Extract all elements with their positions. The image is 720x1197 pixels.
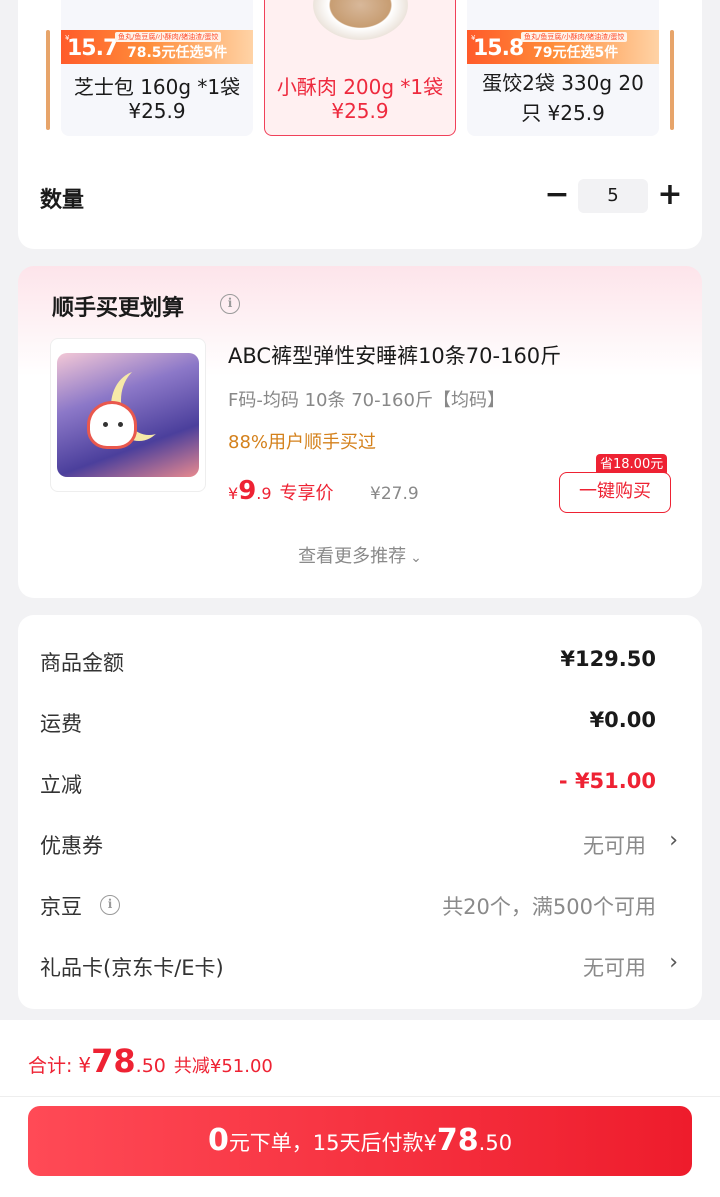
summary-value: - ¥51.00 xyxy=(558,769,656,793)
summary-value: ¥0.00 xyxy=(589,708,656,732)
pay-decimal: .50 xyxy=(478,1131,513,1155)
quantity-increase-button[interactable]: + xyxy=(655,178,685,214)
summary-label: 礼品卡(京东卡/E卡) xyxy=(40,956,224,980)
divider xyxy=(0,1096,720,1097)
variant-card-cheese-bun[interactable]: ¥ 15.7 鱼丸/鱼豆腐/小酥肉/猪油渣/蛋饺 78.5元任选5件 芝士包 1… xyxy=(61,0,253,136)
variant-list: ¥ 15.7 鱼丸/鱼豆腐/小酥肉/猪油渣/蛋饺 78.5元任选5件 芝士包 1… xyxy=(18,0,702,140)
chevron-down-icon: ⌄ xyxy=(410,550,422,566)
promo-price: 15.8 xyxy=(473,36,524,61)
promo-banner: ¥ 15.7 鱼丸/鱼豆腐/小酥肉/猪油渣/蛋饺 78.5元任选5件 xyxy=(61,30,253,64)
variant-card-edge-left xyxy=(46,30,50,130)
chevron-right-icon: › xyxy=(669,828,678,853)
summary-label: 京豆 xyxy=(40,895,82,919)
promo-top-text: 鱼丸/鱼豆腐/小酥肉/猪油渣/蛋饺 xyxy=(521,32,628,42)
recommend-price: ¥9.9 专享价 xyxy=(228,476,334,506)
variant-card-crispy-pork[interactable]: 小酥肉 200g *1袋 ¥25.9 xyxy=(264,0,456,136)
summary-label: 优惠券 xyxy=(40,834,103,858)
recommend-product-image[interactable] xyxy=(50,338,206,492)
see-more-link[interactable]: 查看更多推荐 ⌄ xyxy=(18,542,702,568)
checkout-bar: 合计: ¥78.50 共减¥51.00 0元下单，15天后付款¥78.50 xyxy=(0,1020,720,1197)
mascot-graphic xyxy=(87,401,137,449)
one-click-buy-button[interactable]: 一键购买 xyxy=(559,472,671,513)
total-decimal: .50 xyxy=(135,1055,166,1077)
promo-price: 15.7 xyxy=(67,36,118,61)
summary-value: 无可用 xyxy=(583,956,646,980)
promo-banner: ¥ 15.8 鱼丸/鱼豆腐/小酥肉/猪油渣/蛋饺 79元任选5件 xyxy=(467,30,659,64)
price-label: 专享价 xyxy=(279,483,334,504)
mascot-eye xyxy=(118,422,123,427)
summary-row-instant-discount: 立减 - ¥51.00 xyxy=(18,763,702,803)
variant-name: 蛋饺2袋 330g 20 xyxy=(482,71,644,95)
mascot-eye xyxy=(103,422,108,427)
info-icon[interactable]: i xyxy=(220,294,240,314)
recommend-users-text: 88%用户顺手买过 xyxy=(228,432,377,453)
chevron-right-icon: › xyxy=(669,950,678,975)
recommend-title: 顺手买更划算 xyxy=(52,296,185,321)
variant-price: ¥25.9 xyxy=(128,99,186,123)
quantity-label: 数量 xyxy=(40,188,85,213)
total-label: 合计: xyxy=(28,1055,73,1077)
price-integer: 9 xyxy=(238,476,257,506)
pay-integer: 78 xyxy=(436,1123,479,1158)
recommend-section: 顺手买更划算 i ABC裤型弹性安睡裤10条70-160斤 F码-均码 10条 … xyxy=(18,266,702,598)
summary-value: ¥129.50 xyxy=(560,647,656,671)
quantity-decrease-button[interactable]: − xyxy=(543,178,571,214)
total-integer: 78 xyxy=(91,1042,136,1080)
promo-deal: 78.5元任选5件 xyxy=(127,45,228,61)
pay-text: 元下单，15天后付款¥ xyxy=(228,1131,437,1155)
info-icon[interactable]: i xyxy=(100,895,120,915)
recommend-product-name[interactable]: ABC裤型弹性安睡裤10条70-160斤 xyxy=(228,340,561,370)
price-decimal: .9 xyxy=(256,484,272,503)
price-symbol: ¥ xyxy=(228,484,239,503)
total-symbol: ¥ xyxy=(78,1053,92,1077)
summary-row-gift-card[interactable]: 礼品卡(京东卡/E卡) 无可用 › xyxy=(18,946,702,986)
summary-row-coupon[interactable]: 优惠券 无可用 › xyxy=(18,824,702,864)
order-summary: 商品金额 ¥129.50 运费 ¥0.00 立减 - ¥51.00 优惠券 无可… xyxy=(18,615,702,1009)
place-order-button[interactable]: 0元下单，15天后付款¥78.50 xyxy=(28,1106,692,1176)
recommend-product-spec: F码-均码 10条 70-160斤【均码】 xyxy=(228,390,505,411)
variant-name: 芝士包 160g *1袋 xyxy=(73,75,241,99)
variant-section: ¥ 15.7 鱼丸/鱼豆腐/小酥肉/猪油渣/蛋饺 78.5元任选5件 芝士包 1… xyxy=(18,0,702,249)
summary-row-jd-beans[interactable]: 京豆 i 共20个，满500个可用 xyxy=(18,885,702,925)
variant-card-egg-dumpling[interactable]: ¥ 15.8 鱼丸/鱼豆腐/小酥肉/猪油渣/蛋饺 79元任选5件 蛋饺2袋 33… xyxy=(467,0,659,136)
summary-row-shipping: 运费 ¥0.00 xyxy=(18,702,702,742)
summary-label: 立减 xyxy=(40,773,82,797)
original-price: ¥27.9 xyxy=(370,484,419,504)
summary-label: 运费 xyxy=(40,712,82,736)
total-discount: 共减¥51.00 xyxy=(173,1056,273,1077)
see-more-label: 查看更多推荐 xyxy=(298,546,407,567)
summary-label: 商品金额 xyxy=(40,651,124,675)
promo-top-text: 鱼丸/鱼豆腐/小酥肉/猪油渣/蛋饺 xyxy=(115,32,222,42)
variant-name: 小酥肉 200g *1袋 xyxy=(276,75,444,99)
promo-deal: 79元任选5件 xyxy=(533,45,619,61)
variant-card-edge-right xyxy=(670,30,674,130)
summary-value: 无可用 xyxy=(583,834,646,858)
pay-zero: 0 xyxy=(207,1123,229,1158)
product-image xyxy=(312,0,408,40)
summary-value: 共20个，满500个可用 xyxy=(442,895,656,919)
summary-row-goods-amount: 商品金额 ¥129.50 xyxy=(18,641,702,681)
variant-price: ¥25.9 xyxy=(331,99,389,123)
order-total: 合计: ¥78.50 共减¥51.00 xyxy=(28,1042,273,1080)
quantity-input[interactable]: 5 xyxy=(578,179,648,213)
variant-price: 只 ¥25.9 xyxy=(521,101,605,125)
